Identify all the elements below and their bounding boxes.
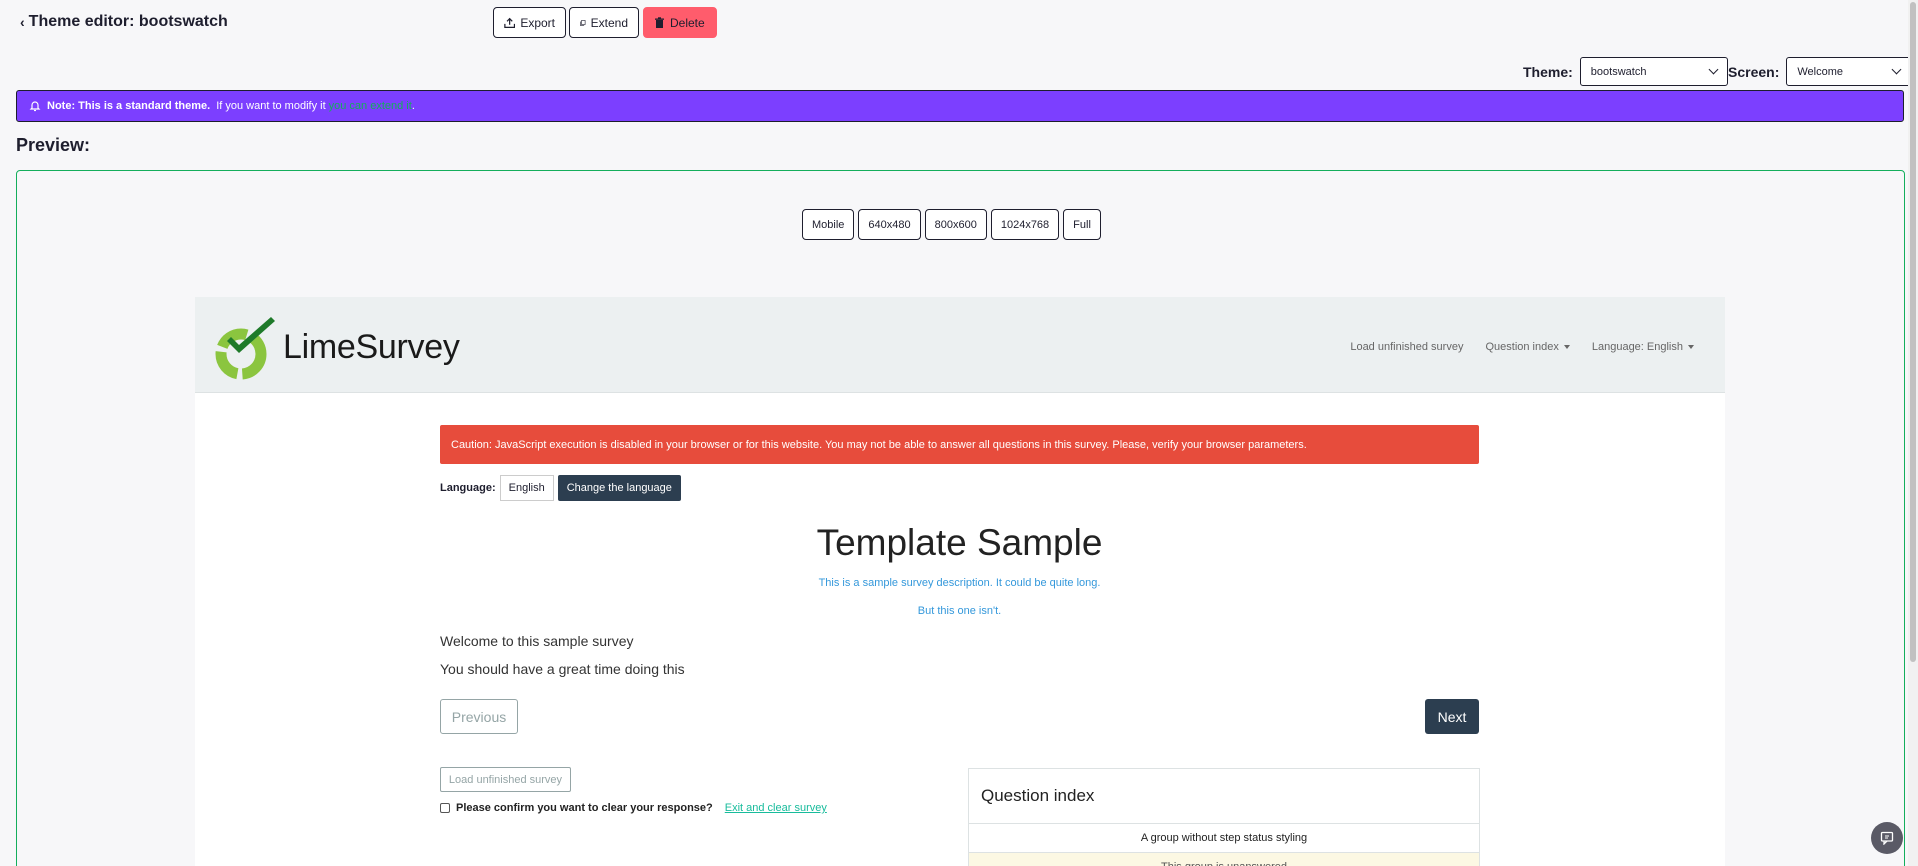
chevron-down-icon bbox=[1708, 64, 1719, 75]
size-full-button[interactable]: Full bbox=[1063, 209, 1101, 240]
screen-selector-row: Screen: Welcome bbox=[1728, 57, 1912, 86]
logo-text: LimeSurvey bbox=[283, 327, 460, 366]
limesurvey-logo-icon bbox=[215, 317, 275, 380]
theme-selector-row: Theme: bootswatch bbox=[1523, 57, 1728, 86]
caret-down-icon bbox=[1688, 345, 1694, 350]
size-1024x768-button[interactable]: 1024x768 bbox=[990, 209, 1060, 240]
survey-nav-links: Load unfinished survey Question index La… bbox=[1350, 341, 1694, 353]
survey-description-2: But this one isn't. bbox=[917, 605, 1002, 617]
upload-icon bbox=[504, 17, 516, 28]
standard-theme-note: Note: This is a standard theme. If you w… bbox=[16, 90, 1904, 122]
page-title: Theme editor: bootswatch bbox=[28, 13, 228, 30]
theme-label: Theme: bbox=[1523, 63, 1573, 80]
preview-label: Preview: bbox=[16, 135, 91, 155]
theme-select-value: bootswatch bbox=[1590, 65, 1647, 78]
survey-title: Template Sample bbox=[816, 522, 1103, 563]
chevron-left-icon[interactable]: ‹ bbox=[20, 14, 25, 30]
nav-load-unfinished[interactable]: Load unfinished survey bbox=[1350, 341, 1463, 353]
exit-and-clear-link[interactable]: Exit and clear survey bbox=[725, 802, 827, 814]
extend-link[interactable]: you can extend it bbox=[329, 100, 412, 112]
question-index-group-2[interactable]: This group is unanswered bbox=[969, 853, 1479, 866]
size-640x480-button[interactable]: 640x480 bbox=[858, 209, 921, 240]
top-bar: ‹ Theme editor: bootswatch Export Extend… bbox=[0, 0, 1918, 46]
clear-response-row: Please confirm you want to clear your re… bbox=[440, 802, 827, 814]
change-language-button[interactable]: Change the language bbox=[557, 475, 681, 501]
note-bold: Note: This is a standard theme. bbox=[47, 100, 211, 112]
question-index-title: Question index bbox=[969, 769, 1479, 824]
trash-icon bbox=[655, 16, 664, 28]
screen-label: Screen: bbox=[1728, 63, 1780, 80]
extend-button[interactable]: Extend bbox=[569, 7, 639, 38]
screen-select[interactable]: Welcome bbox=[1786, 57, 1912, 86]
size-800x600-button[interactable]: 800x600 bbox=[924, 209, 987, 240]
preview-size-buttons: Mobile 640x480 800x600 1024x768 Full bbox=[802, 209, 1101, 240]
survey-navbar: LimeSurvey Load unfinished survey Questi… bbox=[195, 297, 1725, 393]
question-index-group-1[interactable]: A group without step status styling bbox=[969, 824, 1479, 853]
nav-question-index-label: Question index bbox=[1485, 341, 1559, 353]
note-text: If you want to modify it bbox=[216, 100, 326, 112]
screen-select-value: Welcome bbox=[1797, 65, 1844, 78]
size-mobile-button[interactable]: Mobile bbox=[802, 209, 855, 240]
export-button[interactable]: Export bbox=[493, 7, 566, 38]
limesurvey-logo[interactable]: LimeSurvey bbox=[213, 311, 460, 383]
nav-language[interactable]: Language: English bbox=[1592, 341, 1694, 353]
chevron-down-icon bbox=[1891, 64, 1902, 75]
delete-label: Delete bbox=[670, 15, 705, 30]
welcome-text-1: Welcome to this sample survey bbox=[440, 633, 634, 649]
theme-select[interactable]: bootswatch bbox=[1579, 57, 1728, 86]
chat-help-button[interactable] bbox=[1871, 822, 1903, 854]
confirm-clear-label: Please confirm you want to clear your re… bbox=[456, 802, 713, 814]
note-end: . bbox=[411, 100, 415, 112]
copy-icon bbox=[580, 19, 586, 26]
language-select[interactable]: English bbox=[499, 475, 554, 501]
confirm-clear-checkbox[interactable] bbox=[440, 803, 450, 813]
extend-label: Extend bbox=[590, 15, 628, 30]
chat-icon bbox=[1880, 831, 1894, 845]
bell-icon bbox=[29, 101, 41, 112]
back-title[interactable]: ‹ Theme editor: bootswatch bbox=[20, 13, 228, 31]
caret-down-icon bbox=[1563, 345, 1570, 350]
load-unfinished-button[interactable]: Load unfinished survey bbox=[440, 767, 571, 792]
language-label: Language: bbox=[440, 482, 496, 494]
nav-language-label: Language: English bbox=[1591, 341, 1683, 353]
delete-button[interactable]: Delete bbox=[643, 7, 717, 38]
survey-description-1: This is a sample survey description. It … bbox=[818, 577, 1101, 589]
welcome-text-2: You should have a great time doing this bbox=[440, 661, 685, 677]
scrollbar-thumb[interactable] bbox=[1910, 2, 1916, 662]
next-button[interactable]: Next bbox=[1425, 699, 1479, 734]
previous-button[interactable]: Previous bbox=[440, 699, 518, 734]
nav-question-index[interactable]: Question index bbox=[1485, 341, 1570, 353]
javascript-alert: Caution: JavaScript execution is disable… bbox=[440, 425, 1479, 464]
question-index-panel: Question index A group without step stat… bbox=[968, 768, 1480, 866]
language-row: Language: English Change the language bbox=[440, 475, 681, 501]
survey-preview-frame: LimeSurvey Load unfinished survey Questi… bbox=[195, 297, 1725, 866]
export-label: Export bbox=[520, 15, 555, 30]
